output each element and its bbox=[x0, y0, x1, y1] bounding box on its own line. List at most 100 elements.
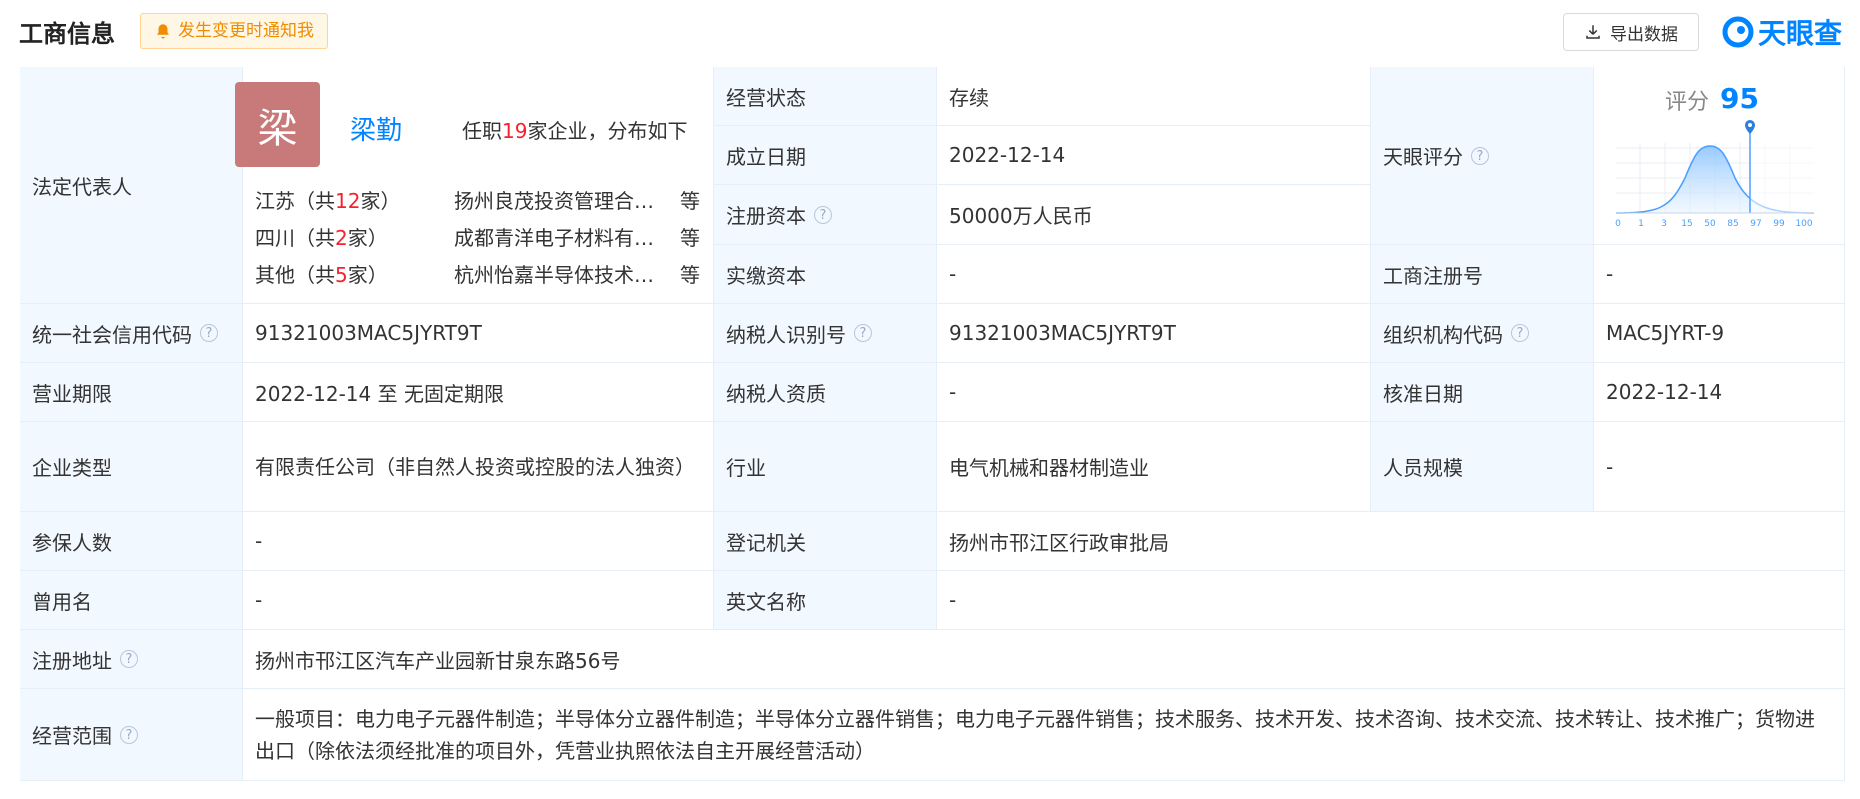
scope-label: 经营范围? bbox=[20, 689, 243, 781]
region-company-link[interactable]: 成都青洋电子材料有限公司 bbox=[454, 222, 666, 251]
authority-label: 登记机关 bbox=[714, 512, 937, 571]
term-label: 营业期限 bbox=[20, 363, 243, 422]
legal-rep-info: 任职19家企业，分布如下 bbox=[462, 115, 687, 144]
type-value: 有限责任公司（非自然人投资或控股的法人独资） bbox=[243, 422, 714, 512]
region-count: 12 bbox=[335, 189, 361, 213]
score-title: 评分 bbox=[1665, 90, 1710, 115]
help-icon[interactable]: ? bbox=[120, 725, 138, 744]
region-item[interactable]: 四川（共2家） bbox=[255, 222, 388, 251]
legal-rep-label-text: 法定代表人 bbox=[32, 174, 132, 199]
capital-value-text: 50000万人民币 bbox=[949, 204, 1093, 228]
paid-label-text: 实缴资本 bbox=[726, 263, 806, 288]
tick-label: 15 bbox=[1681, 219, 1692, 229]
region-company-link[interactable]: 扬州良茂投资管理合伙企业 bbox=[454, 185, 666, 214]
status-label-text: 经营状态 bbox=[726, 85, 806, 110]
taxid-value: 91321003MAC5JYRT9T bbox=[937, 304, 1371, 363]
founded-label: 成立日期 bbox=[714, 126, 937, 185]
capital-label: 注册资本? bbox=[714, 185, 937, 245]
region-company-link[interactable]: 杭州怡嘉半导体技术有限公司 bbox=[454, 259, 666, 288]
legal-rep-info-count: 19 bbox=[502, 119, 528, 143]
address-label: 注册地址? bbox=[20, 630, 243, 689]
insured-label-text: 参保人数 bbox=[32, 530, 112, 555]
tianyancha-logo[interactable]: 天眼查 bbox=[1722, 12, 1842, 52]
notify-label: 发生变更时通知我 bbox=[178, 21, 314, 41]
tick-label: 85 bbox=[1727, 219, 1738, 229]
type-label-text: 企业类型 bbox=[32, 456, 112, 480]
help-icon[interactable]: ? bbox=[120, 650, 138, 668]
status-value: 存续 bbox=[937, 67, 1371, 126]
region-pre: 四川（共 bbox=[255, 226, 335, 250]
industry-value-text: 电气机械和器材制造业 bbox=[949, 456, 1149, 480]
legal-rep-info-post: 家企业，分布如下 bbox=[527, 119, 688, 143]
industry-label: 行业 bbox=[714, 422, 937, 512]
bell-icon bbox=[157, 24, 169, 39]
export-button[interactable]: 导出数据 bbox=[1563, 13, 1699, 51]
help-icon[interactable]: ? bbox=[854, 324, 872, 342]
notify-button[interactable]: 发生变更时通知我 bbox=[140, 13, 328, 49]
founded-value-text: 2022-12-14 bbox=[949, 143, 1066, 167]
region-item[interactable]: 其他（共5家） bbox=[255, 259, 388, 288]
regno-value-text: - bbox=[1606, 262, 1614, 286]
help-icon[interactable]: ? bbox=[1511, 324, 1529, 342]
term-label-text: 营业期限 bbox=[32, 381, 112, 406]
tick-label: 0 bbox=[1615, 219, 1621, 229]
english-label: 英文名称 bbox=[714, 571, 937, 630]
legal-rep-name[interactable]: 梁勤 bbox=[350, 110, 402, 147]
staff-value-text: - bbox=[1606, 454, 1614, 479]
paid-value: - bbox=[937, 245, 1371, 304]
insured-value-text: - bbox=[255, 529, 263, 553]
credit-label-text: 统一社会信用代码 bbox=[32, 322, 192, 347]
term-value: 2022-12-14 至 无固定期限 bbox=[243, 363, 714, 422]
taxqual-value-text: - bbox=[949, 380, 957, 404]
avatar: 梁 bbox=[235, 82, 320, 167]
regno-label-text: 工商注册号 bbox=[1383, 263, 1483, 288]
help-icon[interactable]: ? bbox=[1471, 146, 1489, 165]
credit-label: 统一社会信用代码? bbox=[20, 304, 243, 363]
download-icon bbox=[1586, 25, 1600, 39]
formername-label-text: 曾用名 bbox=[32, 589, 92, 614]
staff-label: 人员规模 bbox=[1371, 422, 1594, 512]
approve-label-text: 核准日期 bbox=[1383, 381, 1463, 406]
approve-value-text: 2022-12-14 bbox=[1606, 380, 1723, 404]
english-label-text: 英文名称 bbox=[726, 589, 806, 614]
region-item[interactable]: 江苏（共12家） bbox=[255, 185, 400, 214]
region-suffix: 等 bbox=[680, 226, 700, 250]
tick-label: 1 bbox=[1638, 219, 1644, 229]
region-post: 家） bbox=[360, 189, 401, 213]
scope-value-text: 一般项目：电力电子元器件制造；半导体分立器件制造；半导体分立器件销售；电力电子元… bbox=[255, 706, 1815, 763]
region-suffix: 等 bbox=[680, 263, 700, 287]
org-label-text: 组织机构代码 bbox=[1383, 322, 1503, 347]
chart-ticks: 0 1 3 15 50 85 97 99 100 bbox=[1615, 219, 1813, 229]
formername-value: - bbox=[243, 571, 714, 630]
type-value-text: 有限责任公司（非自然人投资或控股的法人独资） bbox=[255, 454, 695, 479]
formername-label: 曾用名 bbox=[20, 571, 243, 630]
english-value: - bbox=[937, 571, 1845, 630]
tick-label: 97 bbox=[1750, 219, 1761, 229]
regno-label: 工商注册号 bbox=[1371, 245, 1594, 304]
type-label: 企业类型 bbox=[20, 422, 243, 512]
taxid-value-text: 91321003MAC5JYRT9T bbox=[949, 321, 1176, 345]
insured-value: - bbox=[243, 512, 714, 571]
address-label-text: 注册地址 bbox=[32, 648, 112, 673]
section-title: 工商信息 bbox=[19, 20, 115, 48]
tick-label: 99 bbox=[1773, 219, 1785, 229]
region-suffix: 等 bbox=[680, 189, 700, 213]
paid-value-text: - bbox=[949, 262, 957, 286]
help-icon[interactable]: ? bbox=[814, 205, 832, 224]
scope-value: 一般项目：电力电子元器件制造；半导体分立器件制造；半导体分立器件销售；电力电子元… bbox=[243, 689, 1845, 781]
credit-value: 91321003MAC5JYRT9T bbox=[243, 304, 714, 363]
address-value: 扬州市邗江区汽车产业园新甘泉东路56号 bbox=[243, 630, 1845, 689]
address-value-text: 扬州市邗江区汽车产业园新甘泉东路56号 bbox=[255, 648, 621, 673]
region-post: 家） bbox=[347, 226, 388, 250]
capital-label-text: 注册资本 bbox=[726, 204, 806, 228]
org-value: MAC5JYRT-9 bbox=[1594, 304, 1845, 363]
score-distribution-chart: 0 1 3 15 50 85 97 99 100 bbox=[1615, 120, 1815, 229]
authority-label-text: 登记机关 bbox=[726, 530, 806, 555]
taxid-label: 纳税人识别号? bbox=[714, 304, 937, 363]
industry-value: 电气机械和器材制造业 bbox=[937, 422, 1371, 512]
insured-label: 参保人数 bbox=[20, 512, 243, 571]
logo-icon bbox=[1722, 16, 1754, 48]
english-value-text: - bbox=[949, 588, 957, 612]
section-header: 工商信息 发生变更时通知我 导出数据 天眼查 bbox=[0, 0, 1860, 64]
help-icon[interactable]: ? bbox=[200, 324, 218, 342]
